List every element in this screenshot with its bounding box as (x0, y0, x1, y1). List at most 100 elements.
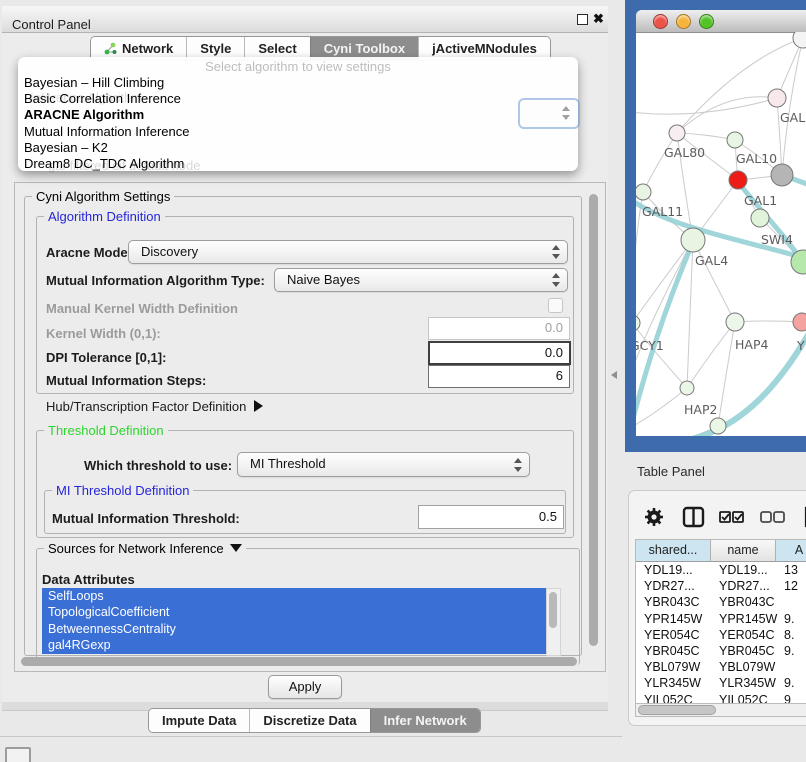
table-row[interactable]: YBR045CYBR045C9. (636, 643, 806, 659)
column-header-name[interactable]: name (711, 540, 776, 562)
gear-icon[interactable] (645, 508, 663, 526)
network-node[interactable] (636, 184, 651, 200)
algorithm-option-basic-correlation-inference[interactable]: Basic Correlation Inference (24, 91, 572, 107)
network-node[interactable] (751, 209, 769, 227)
algorithm-option-mutual-information-inference[interactable]: Mutual Information Inference (24, 124, 572, 140)
table-cell: YBR043C (636, 594, 718, 610)
mi-threshold-field[interactable]: 0.5 (418, 505, 564, 529)
table-row[interactable]: YBR043CYBR043C (636, 594, 806, 610)
network-edge[interactable] (687, 322, 735, 388)
network-node[interactable] (680, 381, 694, 395)
attribute-item-betweennesscentrality[interactable]: BetweennessCentrality (42, 621, 546, 637)
network-node[interactable] (771, 164, 793, 186)
tab-infer-network[interactable]: Infer Network (370, 709, 480, 732)
tab-impute-data[interactable]: Impute Data (149, 709, 249, 732)
table-cell: YPR145W (711, 611, 783, 627)
checked-boxes-icon[interactable] (720, 512, 743, 522)
network-node[interactable] (793, 32, 806, 48)
network-node[interactable] (768, 89, 786, 107)
aracne-mode-select[interactable]: Discovery (128, 240, 568, 264)
settings-vertical-scrollbar[interactable] (587, 186, 600, 666)
table-row[interactable]: YDL19...YDL19...13 (636, 562, 806, 578)
algorithm-dropdown-popup: Inference Algorithm gal-filtered sif def… (18, 57, 578, 171)
float-panel-icon[interactable] (577, 14, 588, 25)
aracne-mode-label: Aracne Mode: (46, 245, 132, 260)
network-edge[interactable] (643, 133, 677, 192)
aracne-mode-value: Discovery (141, 241, 198, 263)
panel-mini-icon[interactable] (5, 747, 31, 762)
network-edge[interactable] (687, 240, 693, 388)
table-cell: 9. (776, 611, 806, 627)
node-label-gal4: GAL4 (695, 253, 728, 268)
network-window-titlebar[interactable] (636, 10, 806, 33)
apply-button[interactable]: Apply (268, 675, 342, 699)
minimize-window-icon[interactable] (676, 14, 691, 29)
dpi-tolerance-field[interactable]: 0.0 (428, 341, 571, 365)
attribute-item-selfloops[interactable]: SelfLoops (42, 588, 546, 604)
tab-label: Discretize Data (263, 713, 356, 728)
network-node[interactable] (636, 315, 640, 331)
column-header-shared[interactable]: shared... (636, 540, 711, 562)
network-node[interactable] (669, 125, 685, 141)
network-node[interactable] (729, 171, 747, 189)
network-node[interactable] (727, 132, 743, 148)
manual-kernel-label: Manual Kernel Width Definition (46, 301, 238, 316)
table-row[interactable]: YPR145WYPR145W9. (636, 611, 806, 627)
kernel-width-field[interactable]: 0.0 (428, 317, 570, 340)
column-header-a[interactable]: A (776, 540, 806, 562)
network-node[interactable] (793, 313, 806, 331)
tab-discretize-data[interactable]: Discretize Data (249, 709, 369, 732)
network-node[interactable] (681, 228, 705, 252)
network-window[interactable]: GALGAL80GAL10GAL1GAL11SWI4GAL4GCY1HAP4YH… (636, 10, 806, 436)
algorithm-option-bayesian-k2[interactable]: Bayesian – K2 (24, 140, 572, 156)
sources-toggle[interactable]: Sources for Network Inference (44, 541, 246, 556)
table-cell: YLR345W (711, 675, 783, 691)
table-panel: shared...nameAYDL19...YDL19...13YDR27...… (628, 490, 806, 726)
hub-definition-label: Hub/Transcription Factor Definition (46, 399, 246, 414)
split-column-icon[interactable] (684, 508, 703, 526)
which-threshold-select[interactable]: MI Threshold (237, 452, 530, 477)
mi-steps-field[interactable]: 6 (428, 365, 570, 388)
table-horizontal-scrollbar[interactable] (635, 703, 806, 717)
network-edge[interactable] (735, 321, 802, 322)
stepper-icon (513, 458, 522, 472)
table-row[interactable]: YER054CYER054C8. (636, 627, 806, 643)
table-cell: YPR145W (636, 611, 718, 627)
maximize-window-icon[interactable] (699, 14, 714, 29)
network-edge[interactable] (677, 133, 735, 140)
data-attributes-label: Data Attributes (42, 572, 135, 587)
tab-label: Cyni Toolbox (324, 41, 405, 56)
close-window-icon[interactable] (653, 14, 668, 29)
attribute-item-gal4rgexp[interactable]: gal4RGexp (42, 637, 546, 653)
splitpane-collapse-icon[interactable] (611, 371, 617, 379)
network-edge[interactable] (636, 388, 687, 428)
node-label-gcy1: GCY1 (636, 338, 664, 353)
kernel-width-value: 0.0 (429, 318, 569, 335)
manual-kernel-checkbox[interactable] (548, 298, 563, 313)
table-row[interactable]: YLR345WYLR345W9. (636, 675, 806, 691)
algorithm-option-dream8-dc-tdc-algorithm[interactable]: Dream8 DC_TDC Algorithm (24, 156, 572, 172)
algorithm-option-aracne-algorithm[interactable]: ARACNE Algorithm (24, 107, 572, 123)
network-canvas[interactable]: GALGAL80GAL10GAL1GAL11SWI4GAL4GCY1HAP4YH… (636, 32, 806, 436)
table-row[interactable]: YDR27...YDR27...12 (636, 578, 806, 594)
node-attribute-table[interactable]: shared...nameAYDL19...YDL19...13YDR27...… (635, 539, 806, 704)
network-node[interactable] (710, 418, 726, 434)
hub-definition-toggle[interactable]: Hub/Transcription Factor Definition (46, 399, 263, 414)
close-panel-icon[interactable]: ✖ (593, 11, 604, 27)
table-cell: YER054C (711, 627, 783, 643)
node-label-gal80: GAL80 (664, 145, 705, 160)
which-threshold-label: Which threshold to use: (84, 458, 232, 473)
cyni-settings-title: Cyni Algorithm Settings (32, 189, 174, 204)
network-edge[interactable] (782, 38, 803, 175)
algorithm-option-bayesian-hill-climbing[interactable]: Bayesian – Hill Climbing (24, 75, 572, 91)
attributes-scrollbar[interactable] (546, 588, 561, 656)
network-edge[interactable] (718, 322, 735, 426)
attribute-item-topologicalcoefficient[interactable]: TopologicalCoefficient (42, 604, 546, 620)
mi-type-value: Naive Bayes (287, 269, 360, 291)
mi-type-select[interactable]: Naive Bayes (274, 268, 568, 292)
network-edge[interactable] (636, 98, 777, 114)
settings-horizontal-scrollbar[interactable] (18, 656, 584, 668)
network-node[interactable] (726, 313, 744, 331)
table-row[interactable]: YBL079WYBL079W (636, 659, 806, 675)
unchecked-boxes-icon[interactable] (761, 512, 784, 522)
